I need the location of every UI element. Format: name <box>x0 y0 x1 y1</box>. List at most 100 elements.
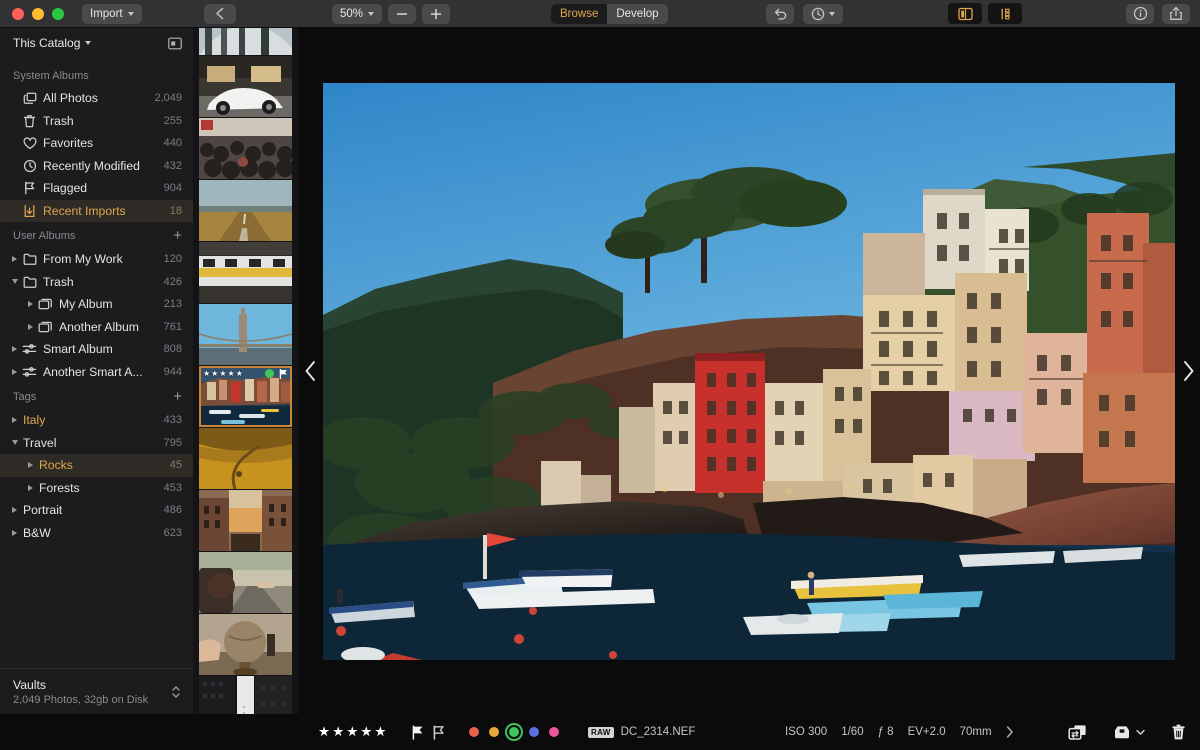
add-item-button[interactable]: + <box>173 389 182 404</box>
disclosure-triangle[interactable] <box>8 440 21 446</box>
disclosure-triangle[interactable] <box>24 301 37 308</box>
compare-icon[interactable] <box>1068 724 1087 741</box>
export-menu[interactable] <box>1113 724 1145 740</box>
toggle-right-panel-button[interactable] <box>988 3 1022 24</box>
filmstrip-thumbnail[interactable] <box>199 676 292 714</box>
filmstrip-thumbnail[interactable] <box>199 118 292 179</box>
filmstrip[interactable]: ★★★★★ <box>193 28 298 714</box>
disclosure-triangle[interactable] <box>8 368 21 375</box>
previous-photo-button[interactable] <box>295 356 325 386</box>
color-label-green[interactable] <box>508 727 519 737</box>
flag-outline-icon[interactable] <box>432 724 445 740</box>
exif-expand-button[interactable] <box>1006 726 1014 738</box>
maximize-window-button[interactable] <box>52 7 64 20</box>
filmstrip-thumbnail[interactable] <box>199 304 292 365</box>
tab-browse[interactable]: Browse <box>551 3 608 24</box>
minimize-window-button[interactable] <box>32 7 44 20</box>
sidebar-item-my-album[interactable]: My Album 213 <box>0 293 193 316</box>
sidebar-item-another-smart-a[interactable]: Another Smart A... 944 <box>0 361 193 384</box>
zoom-out-button[interactable] <box>388 3 417 24</box>
sidebar-item-label: Flagged <box>43 181 88 196</box>
sidebar-item-smart-album[interactable]: Smart Album 808 <box>0 338 193 361</box>
chevron-down-icon <box>85 41 92 45</box>
star-rating[interactable]: ★★★★★ <box>318 724 389 740</box>
trash-icon[interactable] <box>1171 724 1186 741</box>
filmstrip-thumbnail[interactable] <box>199 490 292 551</box>
sidebar-item-all-photos[interactable]: All Photos 2,049 <box>0 87 193 110</box>
share-button[interactable] <box>1162 3 1190 24</box>
hand-globe-photo <box>199 614 292 675</box>
sidebar-item-recent-imports[interactable]: Recent Imports 18 <box>0 199 193 222</box>
back-button[interactable] <box>203 3 236 24</box>
filmstrip-thumbnail[interactable] <box>199 180 292 241</box>
disclosure-triangle[interactable] <box>8 417 21 424</box>
sidebar-item-flagged[interactable]: Flagged 904 <box>0 177 193 200</box>
disclosure-triangle[interactable] <box>24 484 37 491</box>
chevron-right-icon <box>12 529 17 536</box>
color-label-red[interactable] <box>468 727 479 737</box>
sidebar-item-count: 486 <box>163 504 182 517</box>
sidebar-item-label: B&W <box>23 525 51 540</box>
sidebar-sections[interactable]: System Albums All Photos 2,049 Trash 255 Favo… <box>0 58 193 668</box>
sidebar-item-from-my-work[interactable]: From My Work 120 <box>0 248 193 271</box>
sidebar-item-portrait[interactable]: Portrait 486 <box>0 499 193 522</box>
history-button[interactable] <box>803 3 843 24</box>
sidebar-item-trash[interactable]: Trash 255 <box>0 110 193 133</box>
filmstrip-thumbnail[interactable] <box>199 552 292 613</box>
disclosure-triangle[interactable] <box>24 462 37 469</box>
import-button[interactable]: Import <box>82 3 142 24</box>
sidebar-item-travel[interactable]: Travel 795 <box>0 432 193 455</box>
filmstrip-thumbnail[interactable] <box>199 56 292 117</box>
catalog-selector[interactable]: This Catalog <box>0 28 193 58</box>
disclosure-triangle[interactable] <box>8 507 21 514</box>
clock-icon <box>21 159 38 173</box>
exif-value: 70mm <box>959 726 992 738</box>
sidebar-item-favorites[interactable]: Favorites 440 <box>0 132 193 155</box>
filmstrip-thumbnail[interactable] <box>199 242 292 303</box>
sidebar-item-another-album[interactable]: Another Album 761 <box>0 316 193 339</box>
add-item-button[interactable]: + <box>173 228 182 243</box>
up-down-stepper-icon[interactable] <box>171 683 181 701</box>
toggle-left-panel-button[interactable] <box>948 3 982 24</box>
exif-value: ISO 300 <box>785 726 828 738</box>
color-label-pink[interactable] <box>548 727 559 737</box>
disclosure-triangle[interactable] <box>8 256 21 263</box>
sidebar-item-forests[interactable]: Forests 453 <box>0 477 193 500</box>
sidebar-item-count: 255 <box>163 114 182 127</box>
thumbnail-flag-icon <box>279 369 288 379</box>
undo-button[interactable] <box>766 3 794 24</box>
filmstrip-thumbnail[interactable] <box>199 28 292 55</box>
sidebar-item-trash[interactable]: Trash 426 <box>0 271 193 294</box>
chevron-right-icon <box>12 346 17 353</box>
chevron-left-icon <box>305 361 315 381</box>
sidebar-item-rocks[interactable]: Rocks 45 <box>0 454 193 477</box>
heart-icon <box>21 137 38 150</box>
sidebar-section-header: Tags + <box>0 383 193 409</box>
sidebar-item-recently-modified[interactable]: Recently Modified 432 <box>0 155 193 178</box>
sidebar-item-b-w[interactable]: B&W 623 <box>0 522 193 545</box>
next-photo-button[interactable] <box>1173 356 1200 386</box>
color-label-dots[interactable] <box>468 727 559 737</box>
catalog-window-icon[interactable] <box>168 37 182 50</box>
filmstrip-thumbnail[interactable] <box>199 614 292 675</box>
close-window-button[interactable] <box>12 7 24 20</box>
info-button[interactable] <box>1126 3 1154 24</box>
trash-icon <box>21 114 38 128</box>
filmstrip-thumbnail[interactable] <box>199 428 292 489</box>
main-photo[interactable] <box>323 82 1175 660</box>
filmstrip-thumbnail[interactable]: ★★★★★ <box>199 366 292 427</box>
disclosure-triangle[interactable] <box>8 529 21 536</box>
color-label-yellow[interactable] <box>488 727 499 737</box>
flag-filled-icon[interactable] <box>411 724 424 740</box>
vaults-footer[interactable]: Vaults 2,049 Photos, 32gb on Disk <box>0 668 193 714</box>
tab-develop[interactable]: Develop <box>607 3 668 24</box>
sidebar-item-italy[interactable]: Italy 433 <box>0 409 193 432</box>
zoom-in-button[interactable] <box>422 3 451 24</box>
disclosure-triangle[interactable] <box>8 279 21 285</box>
thumbnail-overlay: ★★★★★ <box>199 366 292 427</box>
color-label-blue[interactable] <box>528 727 539 737</box>
disclosure-triangle[interactable] <box>8 346 21 353</box>
sidebar-item-label: Trash <box>43 113 74 128</box>
zoom-level-dropdown[interactable]: 50% <box>332 3 383 24</box>
disclosure-triangle[interactable] <box>24 323 37 330</box>
